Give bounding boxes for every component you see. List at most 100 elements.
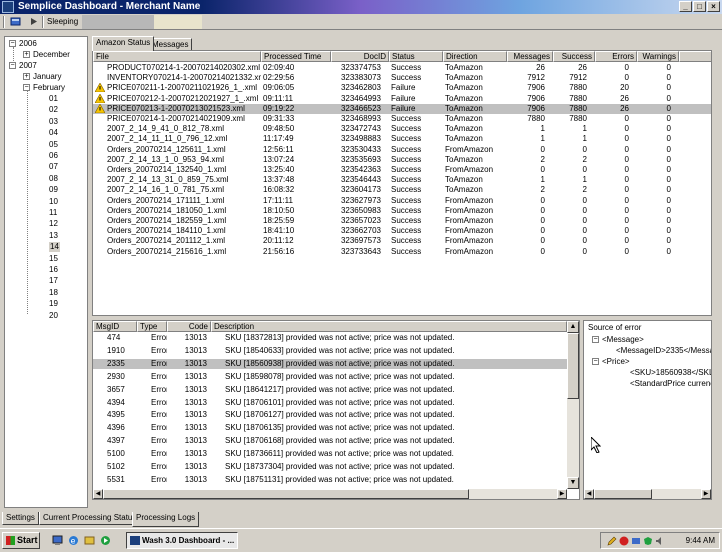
column-header[interactable]: Processed Time xyxy=(261,51,331,62)
table-row[interactable]: PRICE070214-1-20070214021909.xml 09:31:33… xyxy=(93,114,711,124)
table-row[interactable]: 2007_2_14_13_1_0_953_94.xml 13:07:24 32353… xyxy=(93,155,711,165)
table-row[interactable]: 4397 Error 13013 SKU [18706168] provided wa… xyxy=(93,436,567,446)
table-row[interactable]: Orders_20070214_181050_1.xml 18:10:50 3236… xyxy=(93,206,711,216)
table-row[interactable]: PRICE070211-1-20070211021926_1_.xml 09:06… xyxy=(93,83,711,93)
xml-node-expander[interactable]: − xyxy=(592,358,599,365)
xml-node[interactable]: <MessageID>2335</Messa xyxy=(616,346,711,356)
tree-node[interactable]: 11 xyxy=(49,208,57,218)
column-header[interactable]: Success xyxy=(553,51,595,62)
tree-node[interactable]: 2006 xyxy=(19,39,37,49)
tab-current-processing-status[interactable]: Current Processing Status xyxy=(39,512,141,525)
table-row[interactable]: 4394 Error 13013 SKU [18706101] provided wa… xyxy=(93,398,567,408)
table-row[interactable]: Orders_20070214_125611_1.xml 12:56:11 3235… xyxy=(93,145,711,155)
shield-icon[interactable] xyxy=(643,536,653,546)
column-header[interactable]: Warnings xyxy=(637,51,679,62)
scroll-thumb[interactable] xyxy=(594,489,652,499)
date-tree[interactable]: −2006 + December −2007 + January − February 01 02… xyxy=(4,36,88,508)
scroll-left-button[interactable]: ◀ xyxy=(584,489,594,499)
minimize-button[interactable]: _ xyxy=(679,1,692,12)
tree-node[interactable]: 01 xyxy=(49,94,58,104)
table-row[interactable]: 2930 Error 13013 SKU [18598078] provided wa… xyxy=(93,372,567,382)
column-header[interactable]: MsgID xyxy=(93,321,137,332)
table-row[interactable]: Orders_20070214_184110_1.xml 18:41:10 3236… xyxy=(93,226,711,236)
tree-expander[interactable]: − xyxy=(23,84,30,91)
xml-node[interactable]: <StandardPrice currenc xyxy=(630,379,711,389)
table-row[interactable]: PRODUCT070214-1-20070214020302.xml 02:09:… xyxy=(93,63,711,73)
tree-node[interactable]: 03 xyxy=(49,117,58,127)
tab-processing-logs[interactable]: Processing Logs xyxy=(132,512,200,527)
table-row[interactable]: PRICE070213-1-20070213021523.xml 09:19:22… xyxy=(93,103,711,114)
table-row[interactable]: Orders_20070214_132540_1.xml 13:25:40 3235… xyxy=(93,165,711,175)
tree-node[interactable]: 20 xyxy=(49,311,58,321)
table-row[interactable]: 4396 Error 13013 SKU [18706135] provided wa… xyxy=(93,423,567,433)
tab-amazon-status[interactable]: Amazon Status xyxy=(92,36,155,51)
table-row[interactable]: 2007_2_14_11_11_0_796_12.xml 11:17:49 3234… xyxy=(93,134,711,144)
tree-node[interactable]: 07 xyxy=(49,162,58,172)
scroll-up-button[interactable]: ▲ xyxy=(567,321,579,333)
tree-node[interactable]: 19 xyxy=(49,299,58,309)
tree-node[interactable]: 04 xyxy=(49,128,58,138)
tree-node[interactable]: 02 xyxy=(49,105,58,115)
scroll-thumb[interactable] xyxy=(567,333,579,399)
column-header[interactable]: Messages xyxy=(507,51,553,62)
xml-node[interactable]: <Price> xyxy=(602,357,630,367)
tree-node[interactable]: 08 xyxy=(49,174,58,184)
play-icon[interactable] xyxy=(28,16,39,27)
scroll-right-button[interactable]: ▶ xyxy=(557,489,567,499)
table-row[interactable]: INVENTORY070214-1-20070214021332.xml 02:2… xyxy=(93,73,711,83)
vertical-scrollbar[interactable]: ▲ ▼ xyxy=(567,321,579,489)
table-row[interactable]: 2007_2_14_16_1_0_781_75.xml 16:08:32 32360… xyxy=(93,185,711,195)
column-header[interactable]: Code xyxy=(167,321,211,332)
tree-node[interactable]: 12 xyxy=(49,219,58,229)
table-row[interactable]: 2007_2_14_13_31_0_859_75.xml 13:37:48 3235… xyxy=(93,175,711,185)
network-icon[interactable] xyxy=(631,536,641,546)
table-row[interactable]: 5102 Error 13013 SKU [18737304] provided wa… xyxy=(93,462,567,472)
column-header[interactable]: Description xyxy=(211,321,567,332)
volume-icon[interactable] xyxy=(655,536,665,546)
tree-node[interactable]: December xyxy=(33,50,70,60)
table-row[interactable]: Orders_20070214_171111_1.xml 17:11:11 3236… xyxy=(93,196,711,206)
table-row[interactable]: Orders_20070214_201112_1.xml 20:11:12 3236… xyxy=(93,236,711,246)
tree-node[interactable]: 2007 xyxy=(19,61,37,71)
column-header[interactable]: Type xyxy=(137,321,167,332)
table-row[interactable]: Orders_20070214_182559_1.xml 18:25:59 3236… xyxy=(93,216,711,226)
close-button[interactable]: × xyxy=(707,1,720,12)
column-header[interactable]: File xyxy=(93,51,261,62)
table-row[interactable]: 2007_2_14_9_41_0_812_78.xml 09:48:50 32347… xyxy=(93,124,711,134)
title-bar[interactable]: Semplice Dashboard - Merchant Name _ □ × xyxy=(0,0,722,14)
antivirus-icon[interactable] xyxy=(619,536,629,546)
table-row[interactable]: 1910 Error 13013 SKU [18540633] provided wa… xyxy=(93,346,567,356)
refresh-icon[interactable] xyxy=(10,16,21,27)
xml-node[interactable]: <SKU>18560938</SKL xyxy=(630,368,711,378)
tree-node[interactable]: 16 xyxy=(49,265,58,275)
tree-node[interactable]: 05 xyxy=(49,140,58,150)
table-row[interactable]: 3657 Error 13013 SKU [18641217] provided wa… xyxy=(93,385,567,395)
horizontal-scrollbar[interactable]: ◀ ▶ xyxy=(584,489,711,499)
column-header[interactable]: Errors xyxy=(595,51,637,62)
xml-node-expander[interactable]: − xyxy=(592,336,599,343)
tree-node[interactable]: 13 xyxy=(49,231,58,241)
tree-expander[interactable]: − xyxy=(9,62,16,69)
column-header[interactable]: DocID xyxy=(331,51,389,62)
column-header[interactable]: Direction xyxy=(443,51,507,62)
table-row[interactable]: 5531 Error 13013 SKU [18751131] provided wa… xyxy=(93,475,567,485)
table-row[interactable]: Orders_20070214_215616_1.xml 21:56:16 3237… xyxy=(93,247,711,257)
tree-expander[interactable]: + xyxy=(23,51,30,58)
tree-node[interactable]: 17 xyxy=(49,276,58,286)
pencil-icon[interactable] xyxy=(607,536,617,546)
scroll-thumb[interactable] xyxy=(103,489,469,499)
table-row[interactable]: 474 Error 13013 SKU [18372813] provided was… xyxy=(93,333,567,343)
tree-node[interactable]: January xyxy=(33,72,61,82)
tab-settings[interactable]: Settings xyxy=(2,512,39,525)
tree-node-selected[interactable]: 14 xyxy=(49,242,60,253)
xml-node[interactable]: <Message> xyxy=(602,335,644,345)
start-button[interactable]: Start xyxy=(2,532,40,549)
internet-explorer-icon[interactable]: e xyxy=(68,535,79,546)
tree-expander[interactable]: − xyxy=(9,40,16,47)
horizontal-scrollbar[interactable]: ◀ ▶ xyxy=(93,489,567,499)
table-row[interactable]: 5100 Error 13013 SKU [18736611] provided wa… xyxy=(93,449,567,459)
tree-node[interactable]: 10 xyxy=(49,197,58,207)
scroll-left-button[interactable]: ◀ xyxy=(93,489,103,499)
outlook-icon[interactable] xyxy=(84,535,95,546)
scroll-right-button[interactable]: ▶ xyxy=(701,489,711,499)
